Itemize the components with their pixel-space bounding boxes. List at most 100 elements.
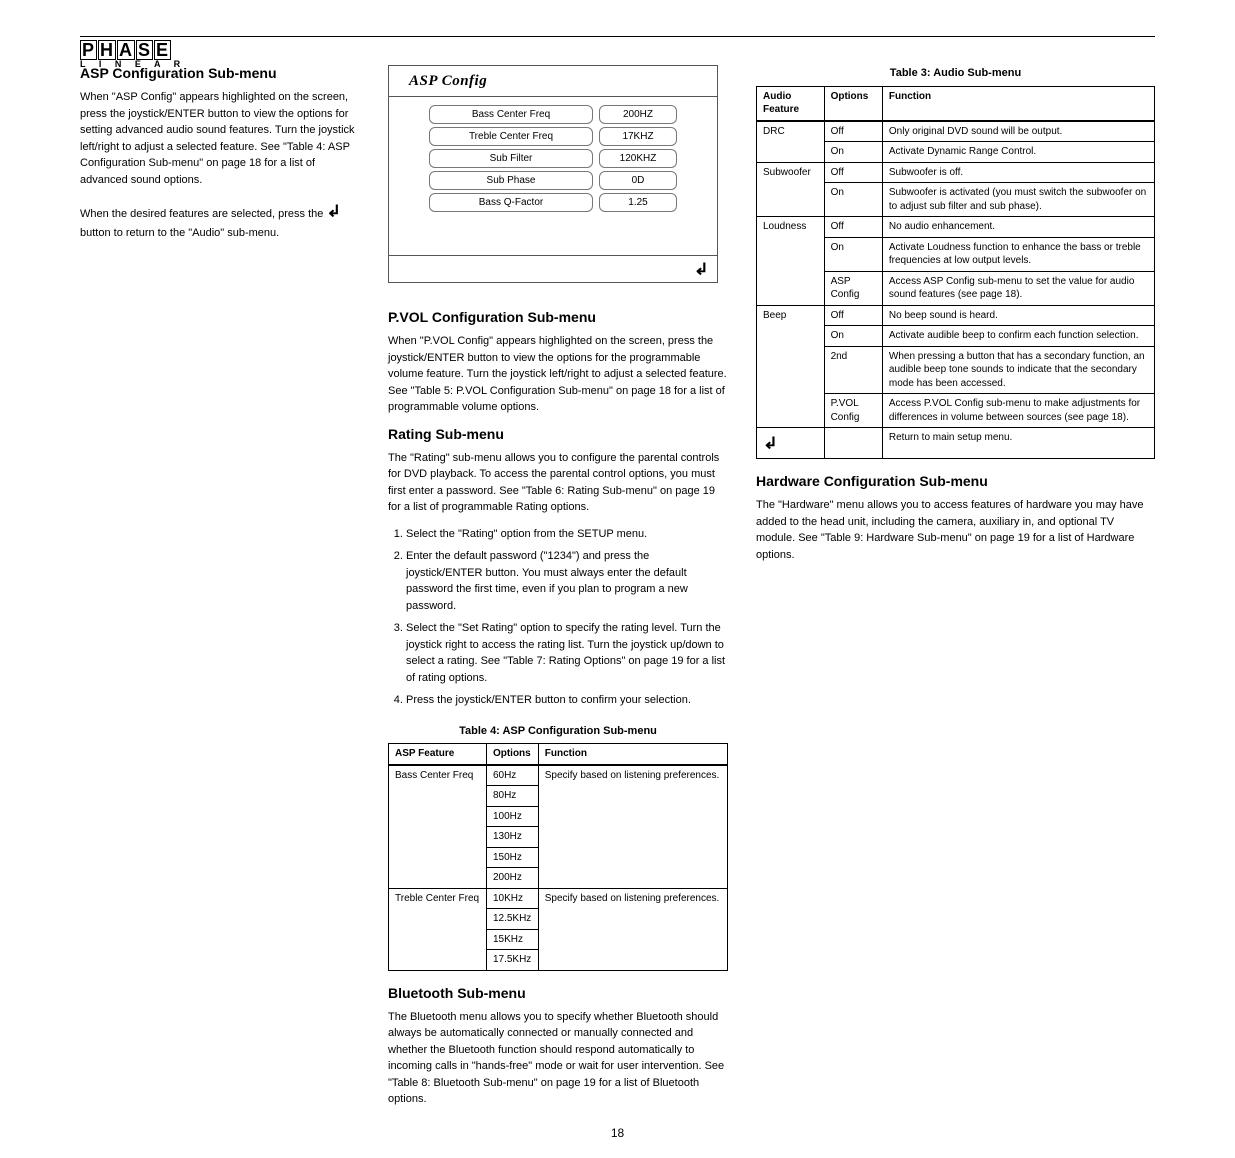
table4: ASP FeatureOptionsFunctionBass Center Fr… <box>388 743 728 971</box>
table-header: Function <box>538 744 727 765</box>
option-cell: 12.5KHz <box>486 909 538 930</box>
function-cell: Specify based on listening preferences. <box>538 888 727 970</box>
page: P H A S E L I N E A R ASP Configuration … <box>0 0 1235 1158</box>
asp-value[interactable]: 17KHZ <box>599 127 677 146</box>
option-cell: ASP Config <box>824 271 882 305</box>
table-header: ASP Feature <box>389 744 487 765</box>
logo-char: S <box>136 40 153 60</box>
asp-value[interactable]: 120KHZ <box>599 149 677 168</box>
table3: Audio FeatureOptionsFunctionDRCOffOnly o… <box>756 86 1155 460</box>
header-rule <box>80 36 1155 37</box>
table4-caption: Table 4: ASP Configuration Sub-menu <box>388 723 728 740</box>
table-row: Treble Center Freq10KHzSpecify based on … <box>389 888 728 909</box>
rating-steps: Select the "Rating" option from the SETU… <box>406 526 728 709</box>
option-cell: On <box>824 142 882 163</box>
function-cell: When pressing a button that has a second… <box>882 346 1154 394</box>
back-icon: ↲ <box>326 199 341 223</box>
table-header: Function <box>882 86 1154 121</box>
content-columns: ASP Configuration Sub-menu When "ASP Con… <box>80 65 1155 1118</box>
asp-label[interactable]: Sub Phase <box>429 171 593 190</box>
function-cell: Activate Loudness function to enhance th… <box>882 237 1154 271</box>
logo-char: E <box>154 40 171 60</box>
right-column: Table 3: Audio Sub-menu Audio FeatureOpt… <box>756 65 1155 1118</box>
hardware-heading: Hardware Configuration Sub-menu <box>756 473 1155 489</box>
option-cell: 15KHz <box>486 929 538 950</box>
option-cell: 150Hz <box>486 847 538 868</box>
option-cell: On <box>824 326 882 347</box>
option-cell: 130Hz <box>486 827 538 848</box>
rating-step: Select the "Rating" option from the SETU… <box>406 526 728 543</box>
option-cell <box>824 428 882 459</box>
table-header: Options <box>824 86 882 121</box>
logo-char: A <box>117 40 135 60</box>
rating-para: The "Rating" sub-menu allows you to conf… <box>388 450 728 516</box>
function-cell: Only original DVD sound will be output. <box>882 121 1154 142</box>
option-cell: On <box>824 237 882 271</box>
asp-label[interactable]: Treble Center Freq <box>429 127 593 146</box>
function-cell: No beep sound is heard. <box>882 305 1154 326</box>
feature-cell: Bass Center Freq <box>389 765 487 889</box>
function-cell: No audio enhancement. <box>882 217 1154 238</box>
feature-cell: ↲ <box>757 428 825 459</box>
option-cell: 10KHz <box>486 888 538 909</box>
table-row: Bass Center Freq60HzSpecify based on lis… <box>389 765 728 786</box>
asp-panel-body: Bass Center Freq 200HZ Treble Center Fre… <box>389 97 717 256</box>
logo-subtext: L I N E A R <box>80 60 186 68</box>
asp-panel-footer: ↲ <box>389 256 717 282</box>
asp-config-panel: ASP Config Bass Center Freq 200HZ Treble… <box>388 65 718 283</box>
asp-panel-title: ASP Config <box>389 66 717 97</box>
asp-row: Bass Q-Factor 1.25 <box>402 193 704 212</box>
table-header: Options <box>486 744 538 765</box>
function-cell: Subwoofer is activated (you must switch … <box>882 183 1154 217</box>
brand-logo: P H A S E L I N E A R <box>80 40 186 68</box>
function-cell: Activate Dynamic Range Control. <box>882 142 1154 163</box>
back-icon[interactable]: ↲ <box>694 260 709 279</box>
rating-heading: Rating Sub-menu <box>388 426 728 442</box>
option-cell: Off <box>824 121 882 142</box>
rating-step: Enter the default password ("1234") and … <box>406 548 728 614</box>
feature-cell: DRC <box>757 121 825 163</box>
function-cell: Activate audible beep to confirm each fu… <box>882 326 1154 347</box>
table-row: LoudnessOffNo audio enhancement. <box>757 217 1155 238</box>
left-column: ASP Configuration Sub-menu When "ASP Con… <box>80 65 360 1118</box>
table-header: Audio Feature <box>757 86 825 121</box>
asp-label[interactable]: Bass Q-Factor <box>429 193 593 212</box>
rating-step: Select the "Set Rating" option to specif… <box>406 620 728 686</box>
asp-config-para2: When the desired features are selected, … <box>80 198 360 242</box>
asp-label[interactable]: Bass Center Freq <box>429 105 593 124</box>
logo-char: H <box>98 40 116 60</box>
option-cell: Off <box>824 162 882 183</box>
option-cell: Off <box>824 217 882 238</box>
option-cell: 200Hz <box>486 868 538 889</box>
option-cell: 17.5KHz <box>486 950 538 971</box>
option-cell: 100Hz <box>486 806 538 827</box>
middle-column: ASP Config Bass Center Freq 200HZ Treble… <box>388 65 728 1118</box>
feature-cell: Subwoofer <box>757 162 825 217</box>
asp-value[interactable]: 200HZ <box>599 105 677 124</box>
bluetooth-heading: Bluetooth Sub-menu <box>388 985 728 1001</box>
function-cell: Subwoofer is off. <box>882 162 1154 183</box>
rating-step: Press the joystick/ENTER button to confi… <box>406 692 728 709</box>
function-cell: Return to main setup menu. <box>882 428 1154 459</box>
pvol-heading: P.VOL Configuration Sub-menu <box>388 309 728 325</box>
option-cell: P.VOL Config <box>824 394 882 428</box>
asp-row: Sub Filter 120KHZ <box>402 149 704 168</box>
page-number: 18 <box>611 1126 624 1140</box>
option-cell: Off <box>824 305 882 326</box>
asp-value[interactable]: 0D <box>599 171 677 190</box>
feature-cell: Beep <box>757 305 825 428</box>
table-row: DRCOffOnly original DVD sound will be ou… <box>757 121 1155 142</box>
feature-cell: Treble Center Freq <box>389 888 487 970</box>
asp-value[interactable]: 1.25 <box>599 193 677 212</box>
option-cell: 60Hz <box>486 765 538 786</box>
asp-label[interactable]: Sub Filter <box>429 149 593 168</box>
feature-cell: Loudness <box>757 217 825 306</box>
table-row: BeepOffNo beep sound is heard. <box>757 305 1155 326</box>
function-cell: Access ASP Config sub-menu to set the va… <box>882 271 1154 305</box>
asp-row: Treble Center Freq 17KHZ <box>402 127 704 146</box>
bluetooth-para: The Bluetooth menu allows you to specify… <box>388 1009 728 1108</box>
function-cell: Access P.VOL Config sub-menu to make adj… <box>882 394 1154 428</box>
asp-row: Bass Center Freq 200HZ <box>402 105 704 124</box>
table-row: ↲ Return to main setup menu. <box>757 428 1155 459</box>
option-cell: On <box>824 183 882 217</box>
